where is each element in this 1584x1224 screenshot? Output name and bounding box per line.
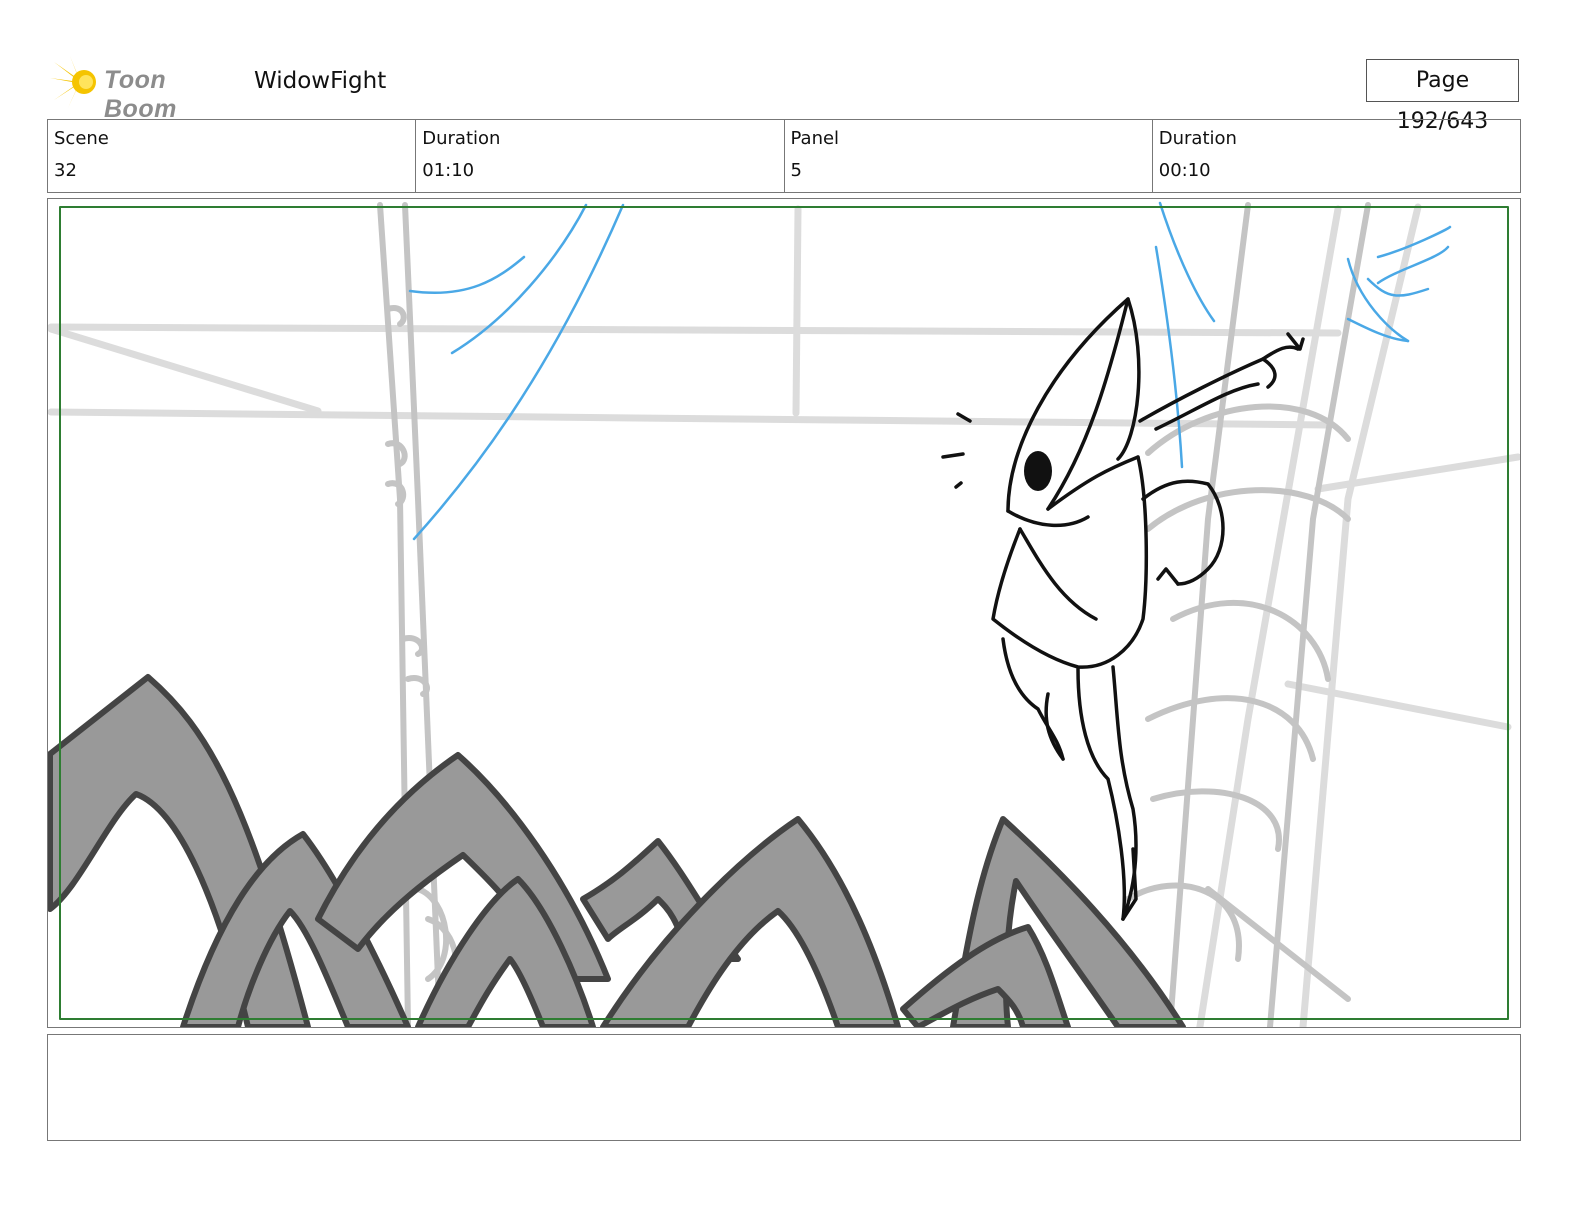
scene-cell: Scene 32 [48,120,417,192]
logo-wordmark: Toon Boom [104,66,177,123]
panel-duration-label: Duration [1158,128,1237,149]
scene-duration-value: 01:10 [422,160,475,181]
panel-info-row: Scene 32 Duration 01:10 Panel 5 Duration… [47,119,1521,193]
scene-duration-label: Duration [422,128,501,149]
storyboard-sketch [48,201,1520,1027]
panel-notes-box[interactable] [47,1034,1521,1141]
storyboard-panel-frame [47,198,1521,1028]
character-eye [1024,451,1052,491]
page-indicator: Page 192/643 [1366,59,1519,134]
sunburst-logo-icon [50,56,96,108]
panel-label: Panel [790,128,840,149]
panel-cell: Panel 5 [785,120,1153,192]
panel-duration-value: 00:10 [1158,160,1211,181]
toon-boom-logo: Toon Boom [50,54,240,123]
panel-value: 5 [790,160,802,181]
project-title: WidowFight [254,68,387,94]
scene-duration-cell: Duration 01:10 [416,120,785,192]
blue-web-strands [408,201,1452,541]
panel-duration-cell: Duration 00:10 [1153,120,1520,192]
scene-value: 32 [54,160,77,181]
thorn-arches [48,674,1186,1027]
scene-label: Scene [54,128,109,149]
